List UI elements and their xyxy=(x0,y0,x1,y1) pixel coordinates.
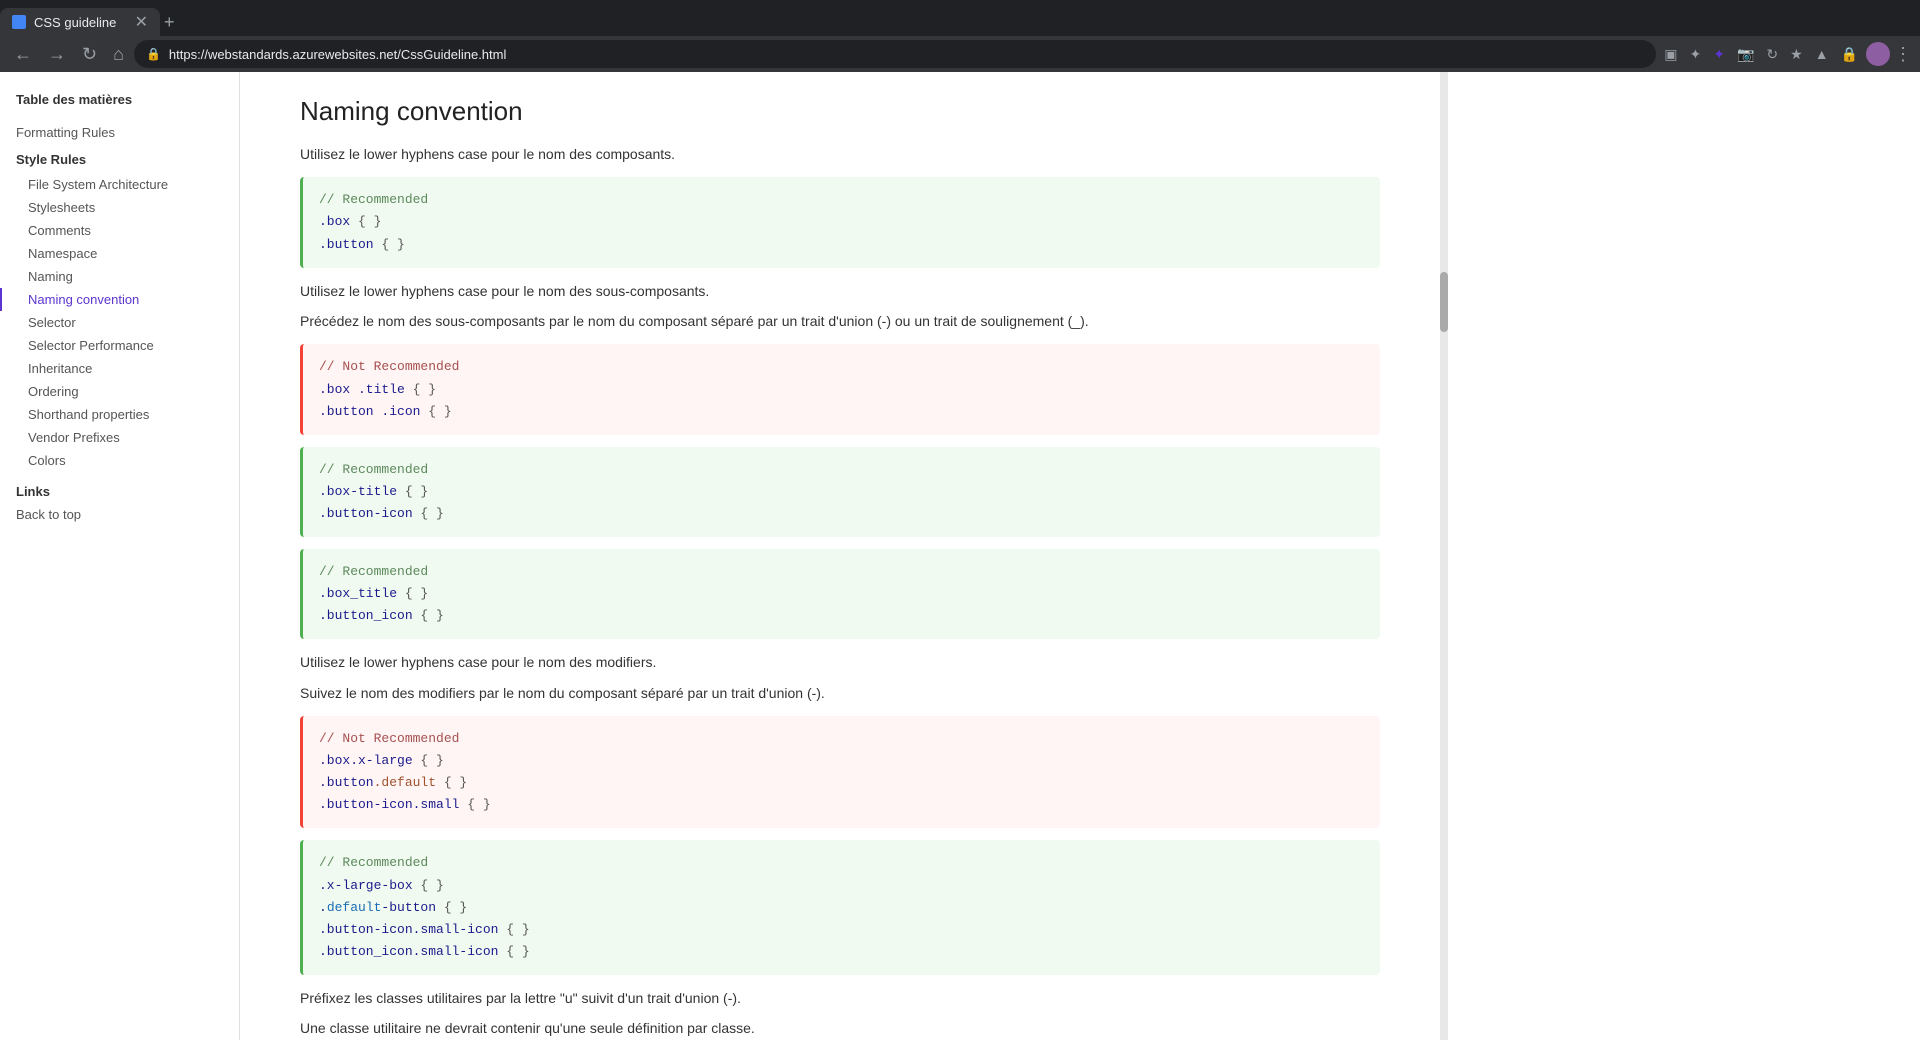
scroll-thumb[interactable] xyxy=(1440,272,1448,332)
sidebar-item-ordering[interactable]: Ordering xyxy=(0,380,239,403)
tab-title: CSS guideline xyxy=(34,15,127,30)
browser-icon-2[interactable]: ✦ xyxy=(1709,42,1729,67)
code-block-3: // Recommended .box-title { } .button-ic… xyxy=(300,447,1380,537)
browser-icon-7[interactable]: 🔒 xyxy=(1837,42,1862,67)
code-comment-1: // Recommended xyxy=(319,189,1364,211)
browser-chrome: CSS guideline ✕ + ← → ↻ ⌂ 🔒 https://webs… xyxy=(0,0,1920,72)
extensions-button[interactable]: ▣ xyxy=(1660,42,1681,67)
sidebar-item-file-system[interactable]: File System Architecture xyxy=(0,173,239,196)
sidebar: Table des matières Formatting Rules Styl… xyxy=(0,72,240,1040)
new-tab-button[interactable]: + xyxy=(164,8,175,36)
forward-button[interactable]: → xyxy=(42,40,72,69)
scrollbar[interactable] xyxy=(1440,72,1448,1040)
code-block-4: // Recommended .box_title { } .button_ic… xyxy=(300,549,1380,639)
navigation-bar: ← → ↻ ⌂ 🔒 https://webstandards.azurewebs… xyxy=(0,36,1920,72)
sidebar-item-naming[interactable]: Naming xyxy=(0,265,239,288)
url-text: https://webstandards.azurewebsites.net/C… xyxy=(169,47,1644,62)
back-to-top-link[interactable]: Back to top xyxy=(0,503,239,526)
reload-button[interactable]: ↻ xyxy=(76,40,103,69)
page-layout: Table des matières Formatting Rules Styl… xyxy=(0,72,1920,1040)
page-heading: Naming convention xyxy=(300,96,1380,127)
profile-avatar[interactable] xyxy=(1866,42,1890,66)
toc-title: Table des matières xyxy=(0,88,239,119)
browser-icon-1[interactable]: ✦ xyxy=(1686,42,1706,67)
code-line-9: .box.x-large { } xyxy=(319,750,1364,772)
sidebar-item-naming-convention[interactable]: Naming convention xyxy=(0,288,239,311)
code-block-2: // Not Recommended .box .title { } .butt… xyxy=(300,344,1380,434)
paragraph-7: Une classe utilitaire ne devrait conteni… xyxy=(300,1017,1380,1039)
code-line-12: .x-large-box { } xyxy=(319,875,1364,897)
tab-favicon xyxy=(12,15,26,29)
browser-menu-button[interactable]: ⋮ xyxy=(1894,44,1912,65)
paragraph-5: Suivez le nom des modifiers par le nom d… xyxy=(300,682,1380,704)
security-lock-icon: 🔒 xyxy=(146,47,161,61)
sidebar-item-inheritance[interactable]: Inheritance xyxy=(0,357,239,380)
code-line-8: .button_icon { } xyxy=(319,605,1364,627)
sidebar-item-comments[interactable]: Comments xyxy=(0,219,239,242)
code-comment-3: // Recommended xyxy=(319,459,1364,481)
code-line-2: .button { } xyxy=(319,234,1364,256)
code-comment-5: // Not Recommended xyxy=(319,728,1364,750)
links-section-title: Links xyxy=(0,472,239,503)
code-line-14: .button-icon.small-icon { } xyxy=(319,919,1364,941)
sidebar-item-colors[interactable]: Colors xyxy=(0,449,239,472)
paragraph-2: Utilisez le lower hyphens case pour le n… xyxy=(300,280,1380,302)
browser-toolbar: ▣ ✦ ✦ 📷 ↻ ★ ▲ 🔒 ⋮ xyxy=(1660,42,1912,67)
code-line-4: .button .icon { } xyxy=(319,401,1364,423)
tab-close-button[interactable]: ✕ xyxy=(135,12,148,32)
main-content: Naming convention Utilisez le lower hyph… xyxy=(240,72,1440,1040)
code-block-1: // Recommended .box { } .button { } xyxy=(300,177,1380,267)
active-tab[interactable]: CSS guideline ✕ xyxy=(0,8,160,36)
back-button[interactable]: ← xyxy=(8,40,38,69)
browser-icon-6[interactable]: ▲ xyxy=(1811,42,1833,66)
code-line-10: .button.default { } xyxy=(319,772,1364,794)
home-button[interactable]: ⌂ xyxy=(107,40,130,69)
paragraph-3: Précédez le nom des sous-composants par … xyxy=(300,310,1380,332)
sidebar-item-formatting-rules[interactable]: Formatting Rules xyxy=(0,119,239,146)
sidebar-item-selector-performance[interactable]: Selector Performance xyxy=(0,334,239,357)
code-line-1: .box { } xyxy=(319,211,1364,233)
code-line-6: .button-icon { } xyxy=(319,503,1364,525)
browser-icon-5[interactable]: ★ xyxy=(1786,42,1807,67)
paragraph-6: Préfixez les classes utilitaires par la … xyxy=(300,987,1380,1009)
browser-icon-4[interactable]: ↻ xyxy=(1762,42,1782,67)
code-line-15: .button_icon.small-icon { } xyxy=(319,941,1364,963)
sidebar-item-shorthand[interactable]: Shorthand properties xyxy=(0,403,239,426)
code-line-13: .default-button { } xyxy=(319,897,1364,919)
code-block-5: // Not Recommended .box.x-large { } .but… xyxy=(300,716,1380,828)
code-line-3: .box .title { } xyxy=(319,379,1364,401)
code-comment-4: // Recommended xyxy=(319,561,1364,583)
tab-bar: CSS guideline ✕ + xyxy=(0,0,1920,36)
sidebar-item-style-rules[interactable]: Style Rules xyxy=(0,146,239,173)
code-line-7: .box_title { } xyxy=(319,583,1364,605)
sidebar-item-namespace[interactable]: Namespace xyxy=(0,242,239,265)
code-block-6: // Recommended .x-large-box { } .default… xyxy=(300,840,1380,974)
paragraph-4: Utilisez le lower hyphens case pour le n… xyxy=(300,651,1380,673)
sidebar-item-selector[interactable]: Selector xyxy=(0,311,239,334)
code-comment-6: // Recommended xyxy=(319,852,1364,874)
code-line-5: .box-title { } xyxy=(319,481,1364,503)
code-line-11: .button-icon.small { } xyxy=(319,794,1364,816)
browser-icon-3[interactable]: 📷 xyxy=(1733,42,1758,67)
sidebar-item-vendor[interactable]: Vendor Prefixes xyxy=(0,426,239,449)
url-bar[interactable]: 🔒 https://webstandards.azurewebsites.net… xyxy=(134,40,1656,68)
sidebar-item-stylesheets[interactable]: Stylesheets xyxy=(0,196,239,219)
code-comment-2: // Not Recommended xyxy=(319,356,1364,378)
paragraph-1: Utilisez le lower hyphens case pour le n… xyxy=(300,143,1380,165)
